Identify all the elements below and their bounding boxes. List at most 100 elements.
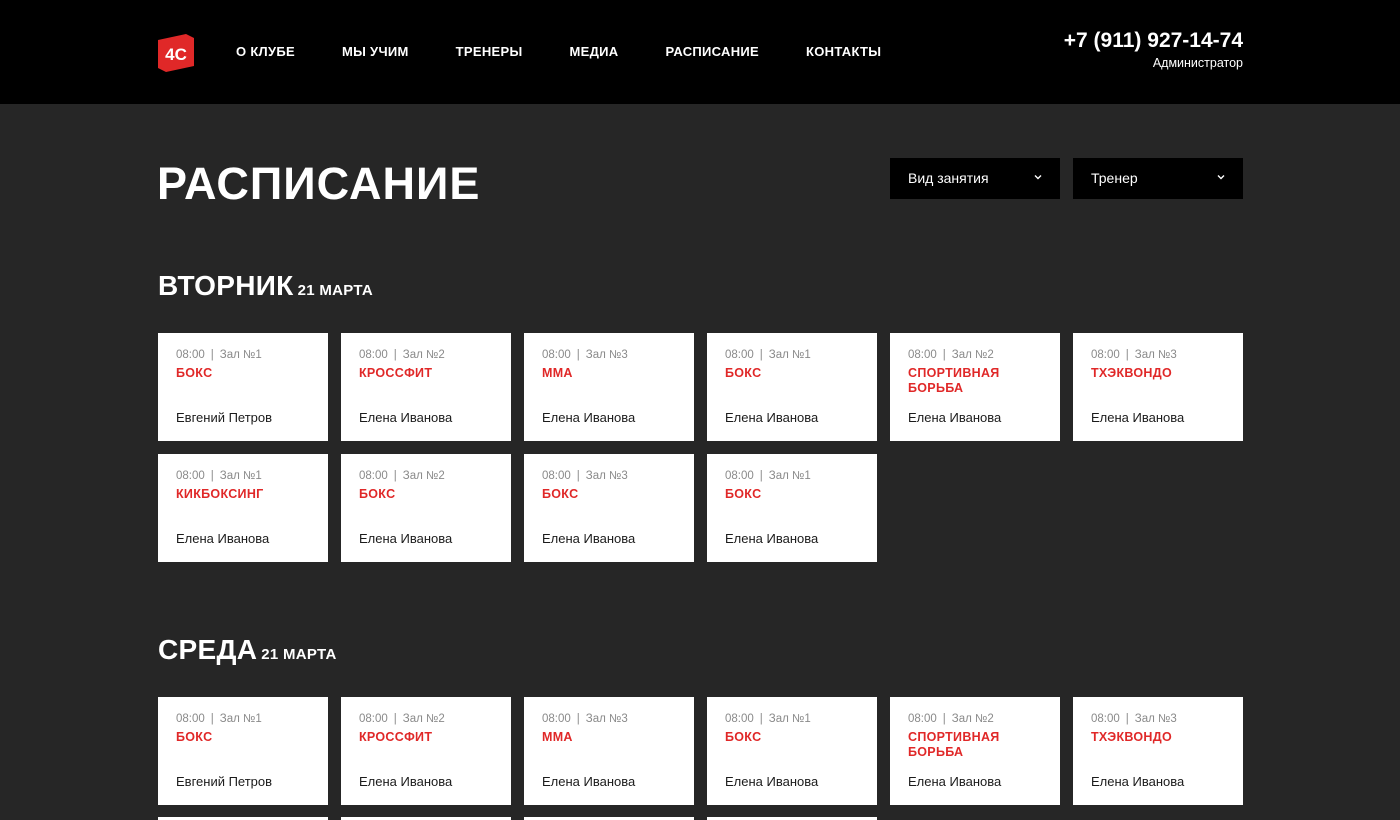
class-meta: 08:00 | Зал №3: [1091, 349, 1177, 361]
class-time: 08:00: [725, 470, 754, 482]
day-name: ВТОРНИК: [158, 270, 294, 301]
class-hall: Зал №1: [219, 470, 262, 482]
class-name: БОКС: [725, 730, 762, 744]
class-hall: Зал №3: [585, 470, 628, 482]
class-hall: Зал №2: [402, 713, 445, 725]
chevron-down-icon: [1217, 175, 1225, 180]
class-name: ММА: [542, 366, 573, 380]
class-card[interactable]: 08:00 | Зал №3 ММА Елена Иванова: [524, 333, 694, 441]
class-hall: Зал №1: [768, 470, 811, 482]
class-name: БОКС: [542, 487, 579, 501]
class-name: БОКС: [176, 366, 213, 380]
class-name: БОКС: [176, 730, 213, 744]
class-trainer: Елена Иванова: [725, 531, 819, 546]
site-header: 4С О КЛУБЕ МЫ УЧИМ ТРЕНЕРЫ МЕДИА РАСПИСА…: [0, 0, 1400, 104]
class-time: 08:00: [542, 349, 571, 361]
chevron-down-icon: [1034, 175, 1042, 180]
class-card[interactable]: 08:00 | Зал №1 БОКС Евгений Петров: [158, 697, 328, 805]
class-hall: Зал №1: [219, 713, 262, 725]
class-trainer: Елена Иванова: [176, 531, 270, 546]
class-card[interactable]: 08:00 | Зал №3 ТХЭКВОНДО Елена Иванова: [1073, 333, 1243, 441]
phone-role: Администратор: [1152, 56, 1243, 70]
class-name: СПОРТИВНАЯ БОРЬБА: [908, 366, 1000, 395]
class-card[interactable]: 08:00 | Зал №3 ММА Елена Иванова: [524, 697, 694, 805]
day-date: 21 МАРТА: [261, 646, 337, 663]
class-meta: 08:00 | Зал №3: [1091, 713, 1177, 725]
class-trainer: Елена Иванова: [542, 531, 636, 546]
class-hall: Зал №2: [951, 349, 994, 361]
nav-item-contacts[interactable]: КОНТАКТЫ: [806, 43, 881, 61]
main-nav: О КЛУБЕ МЫ УЧИМ ТРЕНЕРЫ МЕДИА РАСПИСАНИЕ…: [236, 43, 928, 61]
class-trainer: Елена Иванова: [359, 531, 453, 546]
class-trainer: Елена Иванова: [908, 774, 1002, 789]
class-meta: 08:00 | Зал №2: [359, 713, 445, 725]
class-hall: Зал №1: [219, 349, 262, 361]
class-time: 08:00: [1091, 713, 1120, 725]
svg-text:4С: 4С: [165, 45, 187, 64]
class-name: КИКБОКСИНГ: [176, 487, 264, 501]
class-type-dropdown-label: Вид занятия: [908, 170, 989, 186]
class-card[interactable]: 08:00 | Зал №1 БОКС Елена Иванова: [707, 697, 877, 805]
class-trainer: Евгений Петров: [176, 410, 273, 425]
class-trainer: Елена Иванова: [725, 774, 819, 789]
class-time: 08:00: [908, 713, 937, 725]
trainer-dropdown[interactable]: Тренер: [1073, 158, 1243, 199]
class-hall: Зал №1: [768, 349, 811, 361]
class-time: 08:00: [542, 470, 571, 482]
class-trainer: Елена Иванова: [1091, 774, 1185, 789]
class-type-dropdown[interactable]: Вид занятия: [890, 158, 1060, 199]
club-logo[interactable]: 4С: [158, 34, 194, 72]
class-card[interactable]: 08:00 | Зал №3 БОКС Елена Иванова: [524, 454, 694, 562]
class-card[interactable]: 08:00 | Зал №2 КРОССФИТ Елена Иванова: [341, 697, 511, 805]
class-trainer: Елена Иванова: [1091, 410, 1185, 425]
class-time: 08:00: [359, 349, 388, 361]
class-card[interactable]: 08:00 | Зал №1 БОКС Елена Иванова: [707, 454, 877, 562]
class-time: 08:00: [908, 349, 937, 361]
class-trainer: Елена Иванова: [359, 774, 453, 789]
class-card[interactable]: 08:00 | Зал №3 ТХЭКВОНДО Елена Иванова: [1073, 697, 1243, 805]
nav-item-schedule[interactable]: РАСПИСАНИЕ: [666, 43, 760, 61]
page-title: РАСПИСАНИЕ: [157, 158, 481, 209]
class-trainer: Елена Иванова: [725, 410, 819, 425]
class-card[interactable]: 08:00 | Зал №1 КИКБОКСИНГ Елена Иванова: [158, 454, 328, 562]
class-trainer: Елена Иванова: [908, 410, 1002, 425]
class-meta: 08:00 | Зал №3: [542, 713, 628, 725]
class-hall: Зал №3: [585, 713, 628, 725]
nav-item-trainers[interactable]: ТРЕНЕРЫ: [456, 43, 523, 61]
class-name: СПОРТИВНАЯ БОРЬБА: [908, 730, 1000, 759]
class-card[interactable]: 08:00 | Зал №2 БОКС Елена Иванова: [341, 454, 511, 562]
class-meta: 08:00 | Зал №1: [176, 349, 262, 361]
class-card[interactable]: 08:00 | Зал №1 БОКС Евгений Петров: [158, 333, 328, 441]
day-heading: СРЕДА 21 МАРТА: [158, 634, 337, 666]
class-card[interactable]: 08:00 | Зал №2 КРОССФИТ Елена Иванова: [341, 333, 511, 441]
day-name: СРЕДА: [158, 634, 258, 665]
class-meta: 08:00 | Зал №1: [176, 713, 262, 725]
nav-item-about[interactable]: О КЛУБЕ: [236, 43, 295, 61]
class-card[interactable]: 08:00 | Зал №1 БОКС Елена Иванова: [707, 333, 877, 441]
class-time: 08:00: [725, 349, 754, 361]
day-date: 21 МАРТА: [297, 282, 373, 299]
class-name: БОКС: [725, 487, 762, 501]
class-hall: Зал №2: [402, 349, 445, 361]
class-meta: 08:00 | Зал №2: [359, 470, 445, 482]
class-time: 08:00: [176, 713, 205, 725]
class-name: КРОССФИТ: [359, 730, 433, 744]
nav-item-we-teach[interactable]: МЫ УЧИМ: [342, 43, 409, 61]
class-hall: Зал №3: [1134, 349, 1177, 361]
class-hall: Зал №3: [1134, 713, 1177, 725]
class-card[interactable]: 08:00 | Зал №2 СПОРТИВНАЯ БОРЬБА Елена Ива…: [890, 697, 1060, 805]
day-heading: ВТОРНИК 21 МАРТА: [158, 270, 373, 302]
class-time: 08:00: [542, 713, 571, 725]
class-card[interactable]: 08:00 | Зал №2 СПОРТИВНАЯ БОРЬБА Елена Ива…: [890, 333, 1060, 441]
class-meta: 08:00 | Зал №2: [908, 713, 994, 725]
class-hall: Зал №2: [951, 713, 994, 725]
header-contact: +7 (911) 927-14-74 Администратор: [1064, 28, 1243, 72]
class-time: 08:00: [359, 713, 388, 725]
class-trainer: Евгений Петров: [176, 774, 273, 789]
class-name: ТХЭКВОНДО: [1091, 366, 1172, 380]
class-meta: 08:00 | Зал №3: [542, 470, 628, 482]
class-time: 08:00: [176, 470, 205, 482]
nav-item-media[interactable]: МЕДИА: [570, 43, 619, 61]
phone-number[interactable]: +7 (911) 927-14-74: [1064, 28, 1243, 54]
class-name: ТХЭКВОНДО: [1091, 730, 1172, 744]
